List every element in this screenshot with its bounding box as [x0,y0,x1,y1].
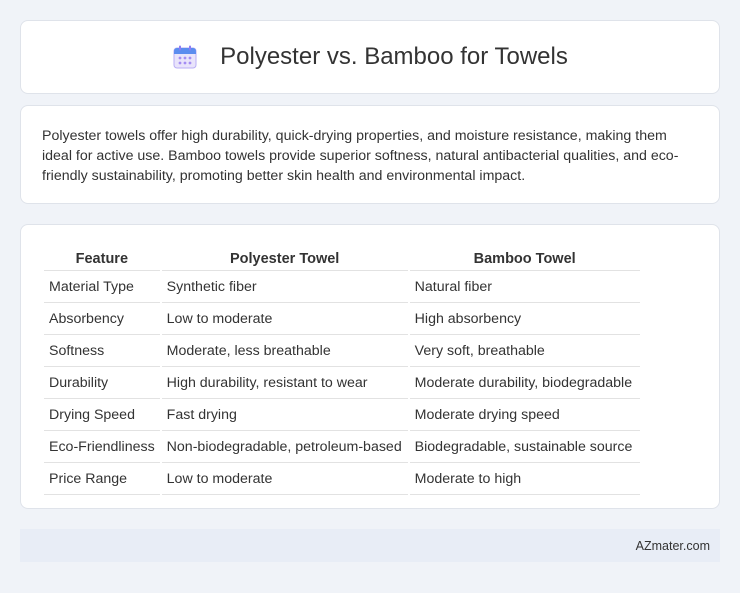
footer-brand[interactable]: AZmater.com [636,539,710,553]
cell-bamboo: High absorbency [409,305,640,335]
cell-bamboo: Natural fiber [409,273,640,303]
table-row: Durability High durability, resistant to… [44,369,640,399]
table-row: Material Type Synthetic fiber Natural fi… [44,273,640,303]
cell-polyester: Non-biodegradable, petroleum-based [161,433,408,463]
cell-polyester: Fast drying [161,401,408,431]
summary-card: Polyester towels offer high durability, … [20,105,720,204]
table-row: Absorbency Low to moderate High absorben… [44,305,640,335]
comparison-table: Feature Polyester Towel Bamboo Towel Mat… [42,245,642,497]
cell-feature: Eco-Friendliness [44,433,160,463]
header-polyester: Polyester Towel [161,247,408,271]
cell-polyester: Low to moderate [161,305,408,335]
cell-feature: Softness [44,337,160,367]
header-feature: Feature [44,247,160,271]
cell-bamboo: Biodegradable, sustainable source [409,433,640,463]
cell-bamboo: Moderate durability, biodegradable [409,369,640,399]
cell-feature: Drying Speed [44,401,160,431]
summary-text: Polyester towels offer high durability, … [42,128,679,184]
header-bamboo: Bamboo Towel [409,247,640,271]
title-card: Polyester vs. Bamboo for Towels [20,20,720,94]
comparison-table-card: Feature Polyester Towel Bamboo Towel Mat… [20,224,720,509]
cell-feature: Durability [44,369,160,399]
footer: AZmater.com [20,529,720,562]
table-header-row: Feature Polyester Towel Bamboo Towel [44,247,640,271]
cell-polyester: Synthetic fiber [161,273,408,303]
table-row: Drying Speed Fast drying Moderate drying… [44,401,640,431]
cell-feature: Price Range [44,465,160,495]
cell-bamboo: Moderate drying speed [409,401,640,431]
cell-polyester: High durability, resistant to wear [161,369,408,399]
page-title: Polyester vs. Bamboo for Towels [220,43,568,70]
calendar-icon [172,44,198,70]
cell-bamboo: Moderate to high [409,465,640,495]
table-row: Softness Moderate, less breathable Very … [44,337,640,367]
cell-feature: Material Type [44,273,160,303]
table-row: Price Range Low to moderate Moderate to … [44,465,640,495]
cell-polyester: Moderate, less breathable [161,337,408,367]
cell-polyester: Low to moderate [161,465,408,495]
cell-feature: Absorbency [44,305,160,335]
cell-bamboo: Very soft, breathable [409,337,640,367]
table-row: Eco-Friendliness Non-biodegradable, petr… [44,433,640,463]
